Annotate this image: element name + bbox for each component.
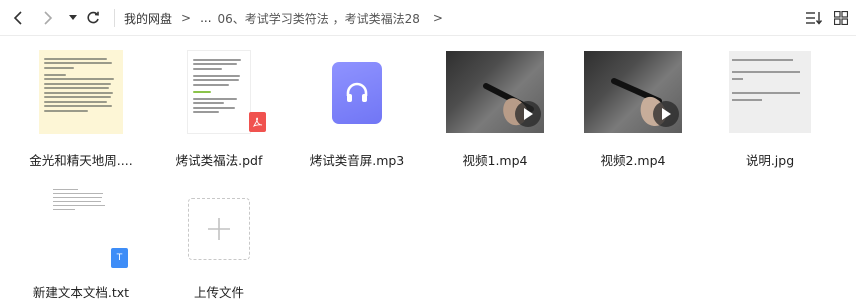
forward-button[interactable] [38,8,58,28]
upload-file-tile[interactable]: 上传文件 [159,178,279,308]
file-name: 新建文本文档.txt [32,285,130,300]
file-name: 烤试类音屏.mp3 [309,153,405,168]
file-item[interactable]: 烤试类音屏.mp3 [297,46,417,176]
file-item[interactable]: 金光和精天地周.... [21,46,141,176]
back-button[interactable] [8,8,28,28]
image-thumbnail [729,51,811,133]
video-thumbnail [446,51,544,133]
breadcrumb-separator: > [181,11,192,25]
play-button[interactable] [515,101,541,127]
chevron-left-icon [13,11,22,25]
toolbar: 我的网盘 > ... 06、考试学习类符法 ，考试类福法28 > [0,0,856,36]
txt-badge-icon: T [111,248,128,268]
breadcrumb-current[interactable]: 06、考试学习类符法 ，考试类福法28 [218,10,420,27]
sort-button[interactable] [804,9,824,27]
toolbar-divider [114,9,115,27]
plus-icon [208,218,230,240]
play-icon [524,108,533,120]
play-button[interactable] [653,101,679,127]
play-icon [662,108,671,120]
headphones-icon [346,82,368,102]
file-item[interactable]: 烤试类福法.pdf [159,46,279,176]
grid-view-icon [834,11,848,25]
breadcrumb-root[interactable]: 我的网盘 [124,10,172,27]
file-item[interactable]: T 新建文本文档.txt [21,178,141,308]
breadcrumb-ellipsis[interactable]: ... [200,11,211,25]
file-name: 视频2.mp4 [600,153,666,168]
audio-thumbnail [332,62,382,124]
file-thumbnail [49,182,113,268]
view-toggle-button[interactable] [832,9,850,27]
history-dropdown-button[interactable] [63,8,83,28]
pdf-icon [252,117,263,127]
upload-button[interactable] [188,198,250,260]
file-item[interactable]: 视频1.mp4 [435,46,555,176]
breadcrumb-separator: > [432,11,443,25]
upload-label: 上传文件 [193,285,244,300]
breadcrumb: 我的网盘 > ... 06、考试学习类符法 ，考试类福法28 > [124,9,452,27]
file-name: 视频1.mp4 [462,153,528,168]
video-thumbnail [584,51,682,133]
file-item[interactable]: 视频2.mp4 [573,46,693,176]
sort-icon [806,12,823,25]
refresh-icon [87,11,99,24]
file-name: 烤试类福法.pdf [175,153,263,168]
file-thumbnail [39,50,123,134]
file-name: 金光和精天地周.... [29,153,133,168]
file-item[interactable]: 说明.jpg [710,46,830,176]
pdf-badge-icon [249,112,266,132]
chevron-right-icon [44,11,53,25]
file-thumbnail [187,50,251,134]
file-name: 说明.jpg [745,153,795,168]
refresh-button[interactable] [83,8,103,28]
caret-down-icon [69,15,77,20]
